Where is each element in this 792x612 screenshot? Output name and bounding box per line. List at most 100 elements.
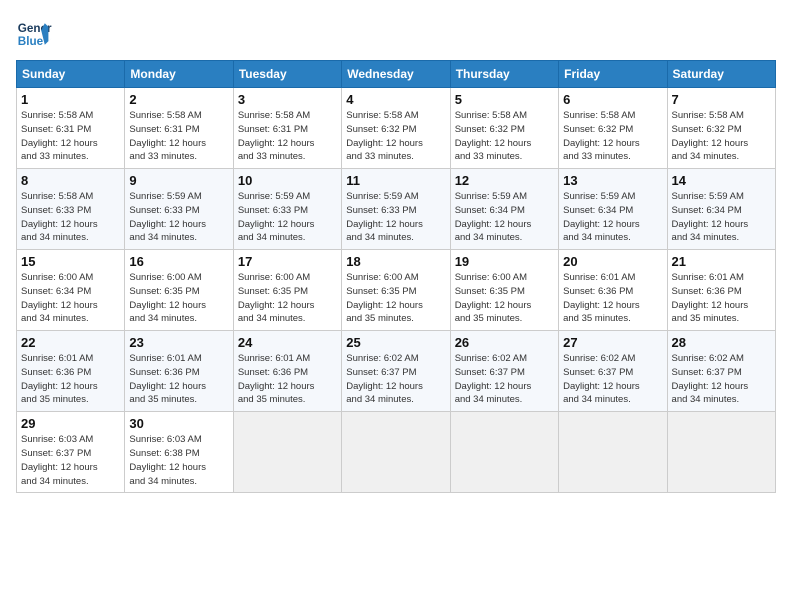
day-info: Sunrise: 6:00 AM Sunset: 6:34 PM Dayligh… — [21, 271, 120, 326]
day-info: Sunrise: 5:59 AM Sunset: 6:33 PM Dayligh… — [346, 190, 445, 245]
day-number: 9 — [129, 173, 228, 188]
day-info: Sunrise: 6:01 AM Sunset: 6:36 PM Dayligh… — [21, 352, 120, 407]
calendar-week-1: 1Sunrise: 5:58 AM Sunset: 6:31 PM Daylig… — [17, 88, 776, 169]
day-info: Sunrise: 5:59 AM Sunset: 6:34 PM Dayligh… — [563, 190, 662, 245]
calendar-day-28: 28 Sunrise: 6:02 AM Sunset: 6:37 PM Dayli… — [667, 331, 775, 412]
calendar-day-11: 11 Sunrise: 5:59 AM Sunset: 6:33 PM Dayli… — [342, 169, 450, 250]
day-info: Sunrise: 6:01 AM Sunset: 6:36 PM Dayligh… — [672, 271, 771, 326]
calendar-day-25: 25 Sunrise: 6:02 AM Sunset: 6:37 PM Dayli… — [342, 331, 450, 412]
calendar-day-6: 6 Sunrise: 5:58 AM Sunset: 6:32 PM Daylig… — [559, 88, 667, 169]
day-info: Sunrise: 6:01 AM Sunset: 6:36 PM Dayligh… — [238, 352, 337, 407]
calendar-day-7: 7 Sunrise: 5:58 AM Sunset: 6:32 PM Daylig… — [667, 88, 775, 169]
day-number: 20 — [563, 254, 662, 269]
calendar-day-20: 20 Sunrise: 6:01 AM Sunset: 6:36 PM Dayli… — [559, 250, 667, 331]
calendar-day-12: 12 Sunrise: 5:59 AM Sunset: 6:34 PM Dayli… — [450, 169, 558, 250]
calendar-day-5: 5Sunrise: 5:58 AM Sunset: 6:32 PM Daylig… — [450, 88, 558, 169]
calendar-day-9: 9 Sunrise: 5:59 AM Sunset: 6:33 PM Daylig… — [125, 169, 233, 250]
empty-cell — [667, 412, 775, 493]
logo: General Blue — [16, 16, 52, 52]
calendar-week-4: 22 Sunrise: 6:01 AM Sunset: 6:36 PM Dayli… — [17, 331, 776, 412]
calendar-day-19: 19 Sunrise: 6:00 AM Sunset: 6:35 PM Dayli… — [450, 250, 558, 331]
day-info: Sunrise: 5:58 AM Sunset: 6:32 PM Dayligh… — [563, 109, 662, 164]
day-number: 5 — [455, 92, 554, 107]
calendar-day-17: 17 Sunrise: 6:00 AM Sunset: 6:35 PM Dayli… — [233, 250, 341, 331]
day-info: Sunrise: 5:58 AM Sunset: 6:31 PM Dayligh… — [21, 109, 120, 164]
day-info: Sunrise: 5:58 AM Sunset: 6:33 PM Dayligh… — [21, 190, 120, 245]
column-header-tuesday: Tuesday — [233, 61, 341, 88]
day-number: 29 — [21, 416, 120, 431]
svg-text:Blue: Blue — [18, 35, 44, 48]
calendar-day-3: 3 Sunrise: 5:58 AM Sunset: 6:31 PM Daylig… — [233, 88, 341, 169]
day-number: 16 — [129, 254, 228, 269]
day-number: 17 — [238, 254, 337, 269]
day-number: 19 — [455, 254, 554, 269]
column-header-thursday: Thursday — [450, 61, 558, 88]
calendar-day-8: 8 Sunrise: 5:58 AM Sunset: 6:33 PM Daylig… — [17, 169, 125, 250]
calendar-week-3: 15 Sunrise: 6:00 AM Sunset: 6:34 PM Dayli… — [17, 250, 776, 331]
calendar-day-16: 16 Sunrise: 6:00 AM Sunset: 6:35 PM Dayli… — [125, 250, 233, 331]
day-number: 18 — [346, 254, 445, 269]
calendar-day-18: 18Sunrise: 6:00 AM Sunset: 6:35 PM Dayli… — [342, 250, 450, 331]
day-info: Sunrise: 5:58 AM Sunset: 6:32 PM Dayligh… — [346, 109, 445, 164]
empty-cell — [450, 412, 558, 493]
calendar-day-21: 21 Sunrise: 6:01 AM Sunset: 6:36 PM Dayli… — [667, 250, 775, 331]
day-info: Sunrise: 5:58 AM Sunset: 6:31 PM Dayligh… — [129, 109, 228, 164]
calendar-day-24: 24Sunrise: 6:01 AM Sunset: 6:36 PM Dayli… — [233, 331, 341, 412]
day-info: Sunrise: 6:01 AM Sunset: 6:36 PM Dayligh… — [129, 352, 228, 407]
day-info: Sunrise: 5:59 AM Sunset: 6:33 PM Dayligh… — [238, 190, 337, 245]
day-number: 12 — [455, 173, 554, 188]
column-header-saturday: Saturday — [667, 61, 775, 88]
day-info: Sunrise: 6:02 AM Sunset: 6:37 PM Dayligh… — [672, 352, 771, 407]
day-number: 21 — [672, 254, 771, 269]
calendar-week-2: 8 Sunrise: 5:58 AM Sunset: 6:33 PM Daylig… — [17, 169, 776, 250]
day-number: 13 — [563, 173, 662, 188]
calendar-table: SundayMondayTuesdayWednesdayThursdayFrid… — [16, 60, 776, 493]
calendar-day-29: 29Sunrise: 6:03 AM Sunset: 6:37 PM Dayli… — [17, 412, 125, 493]
column-header-friday: Friday — [559, 61, 667, 88]
day-number: 10 — [238, 173, 337, 188]
day-info: Sunrise: 6:02 AM Sunset: 6:37 PM Dayligh… — [563, 352, 662, 407]
calendar-day-4: 4 Sunrise: 5:58 AM Sunset: 6:32 PM Daylig… — [342, 88, 450, 169]
day-number: 30 — [129, 416, 228, 431]
day-number: 6 — [563, 92, 662, 107]
day-number: 27 — [563, 335, 662, 350]
day-info: Sunrise: 6:01 AM Sunset: 6:36 PM Dayligh… — [563, 271, 662, 326]
day-info: Sunrise: 5:59 AM Sunset: 6:34 PM Dayligh… — [455, 190, 554, 245]
day-number: 26 — [455, 335, 554, 350]
column-header-wednesday: Wednesday — [342, 61, 450, 88]
logo-icon: General Blue — [16, 16, 52, 52]
calendar-day-22: 22 Sunrise: 6:01 AM Sunset: 6:36 PM Dayli… — [17, 331, 125, 412]
calendar-day-15: 15 Sunrise: 6:00 AM Sunset: 6:34 PM Dayli… — [17, 250, 125, 331]
day-info: Sunrise: 5:58 AM Sunset: 6:31 PM Dayligh… — [238, 109, 337, 164]
day-info: Sunrise: 5:59 AM Sunset: 6:34 PM Dayligh… — [672, 190, 771, 245]
day-number: 4 — [346, 92, 445, 107]
day-number: 14 — [672, 173, 771, 188]
calendar-day-1: 1Sunrise: 5:58 AM Sunset: 6:31 PM Daylig… — [17, 88, 125, 169]
column-header-monday: Monday — [125, 61, 233, 88]
day-number: 23 — [129, 335, 228, 350]
day-info: Sunrise: 5:59 AM Sunset: 6:33 PM Dayligh… — [129, 190, 228, 245]
day-number: 11 — [346, 173, 445, 188]
day-number: 25 — [346, 335, 445, 350]
day-info: Sunrise: 6:02 AM Sunset: 6:37 PM Dayligh… — [346, 352, 445, 407]
day-info: Sunrise: 6:00 AM Sunset: 6:35 PM Dayligh… — [129, 271, 228, 326]
empty-cell — [342, 412, 450, 493]
day-info: Sunrise: 5:58 AM Sunset: 6:32 PM Dayligh… — [672, 109, 771, 164]
calendar-day-2: 2Sunrise: 5:58 AM Sunset: 6:31 PM Daylig… — [125, 88, 233, 169]
day-number: 28 — [672, 335, 771, 350]
day-number: 22 — [21, 335, 120, 350]
calendar-day-13: 13 Sunrise: 5:59 AM Sunset: 6:34 PM Dayli… — [559, 169, 667, 250]
day-info: Sunrise: 6:00 AM Sunset: 6:35 PM Dayligh… — [455, 271, 554, 326]
calendar-week-5: 29Sunrise: 6:03 AM Sunset: 6:37 PM Dayli… — [17, 412, 776, 493]
calendar-day-14: 14 Sunrise: 5:59 AM Sunset: 6:34 PM Dayli… — [667, 169, 775, 250]
day-number: 7 — [672, 92, 771, 107]
day-info: Sunrise: 6:00 AM Sunset: 6:35 PM Dayligh… — [238, 271, 337, 326]
empty-cell — [559, 412, 667, 493]
day-number: 8 — [21, 173, 120, 188]
calendar-day-23: 23 Sunrise: 6:01 AM Sunset: 6:36 PM Dayli… — [125, 331, 233, 412]
calendar-day-30: 30 Sunrise: 6:03 AM Sunset: 6:38 PM Dayli… — [125, 412, 233, 493]
day-number: 15 — [21, 254, 120, 269]
day-number: 3 — [238, 92, 337, 107]
empty-cell — [233, 412, 341, 493]
day-info: Sunrise: 6:03 AM Sunset: 6:38 PM Dayligh… — [129, 433, 228, 488]
